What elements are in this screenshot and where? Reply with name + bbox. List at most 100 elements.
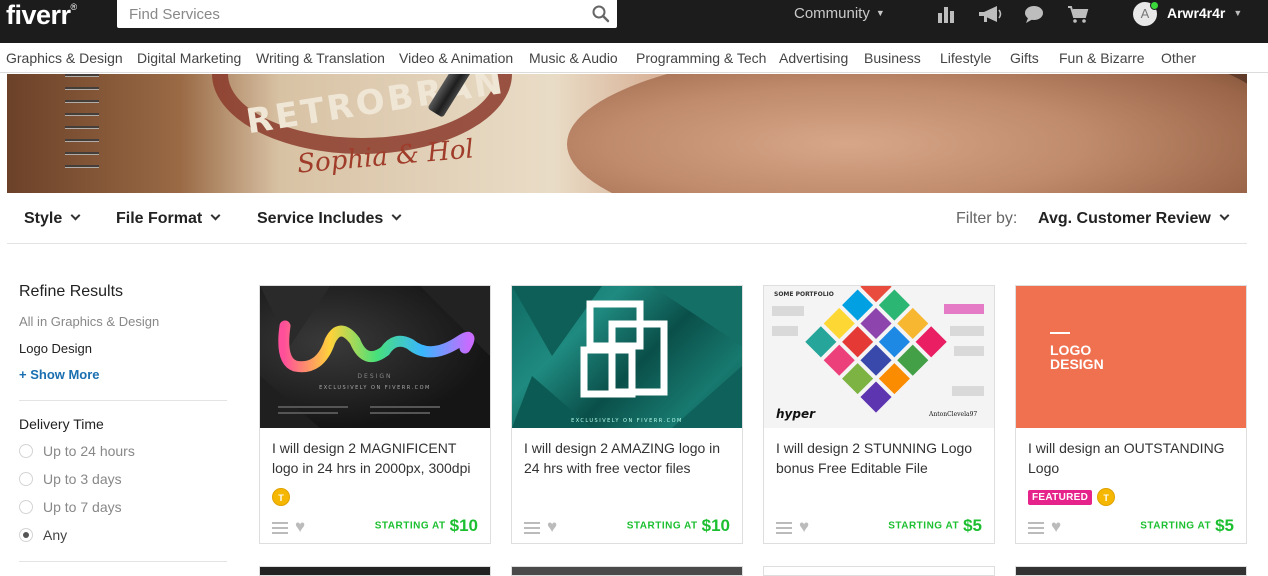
top-rated-badge-icon: T <box>1097 488 1116 506</box>
filter-by-label: Filter by: <box>956 210 1018 227</box>
category-nav: Graphics & Design Digital Marketing Writ… <box>0 43 1268 73</box>
top-rated-badge-icon: T <box>272 488 290 506</box>
category-fun-bizarre[interactable]: Fun & Bizarre <box>1059 50 1145 66</box>
collection-menu-icon[interactable] <box>776 522 792 534</box>
category-digital-marketing[interactable]: Digital Marketing <box>137 50 241 66</box>
community-menu[interactable]: Community ▼ <box>794 5 885 22</box>
gig-card-next-row[interactable] <box>259 566 491 576</box>
gig-thumbnail-art: EXCLUSIVELY ON FIVERR.COM <box>512 286 742 428</box>
gig-card[interactable]: DESIGN EXCLUSIVELY ON FIVERR.COM I will … <box>259 285 491 544</box>
delivery-option-3d[interactable]: Up to 3 days <box>19 471 122 487</box>
category-banner: RETROBRAN Sophia & Hol <box>7 74 1247 193</box>
gig-card-next-row[interactable] <box>511 566 743 576</box>
all-in-category-link[interactable]: All in Graphics & Design <box>19 314 159 329</box>
banner-hand <box>567 74 1247 193</box>
heart-icon[interactable]: ♥ <box>547 517 557 537</box>
chevron-down-icon <box>1219 210 1230 221</box>
category-graphics-design[interactable]: Graphics & Design <box>6 50 123 66</box>
radio-button-selected[interactable] <box>19 528 33 542</box>
style-filter-dropdown[interactable]: Style <box>24 210 81 228</box>
search-icon[interactable] <box>591 4 611 24</box>
gig-card[interactable]: LOGO DESIGN I will design an OUTSTANDING… <box>1015 285 1247 544</box>
megaphone-icon[interactable] <box>977 4 1003 24</box>
collection-menu-icon[interactable] <box>1028 522 1044 534</box>
delivery-option-any[interactable]: Any <box>19 527 67 543</box>
gig-thumbnail[interactable]: DESIGN EXCLUSIVELY ON FIVERR.COM <box>260 286 490 428</box>
gig-title[interactable]: I will design 2 STUNNING Logo bonus Free… <box>776 438 988 478</box>
chevron-down-icon <box>70 210 81 221</box>
gig-card[interactable]: SOME PORTFOLIO hyper AntonClevela97 I wi… <box>763 285 995 544</box>
sort-dropdown[interactable]: Avg. Customer Review <box>1038 210 1230 228</box>
gig-thumbnail-art: SOME PORTFOLIO hyper AntonClevela97 <box>772 286 984 421</box>
radio-button[interactable] <box>19 444 33 458</box>
top-bar: fiverr® Community▼ A Arwr4r4r▼ <box>0 0 1268 43</box>
gig-card-next-row[interactable] <box>763 566 995 576</box>
divider <box>19 561 227 562</box>
gig-actions: ♥ <box>272 517 305 538</box>
delivery-time-heading: Delivery Time <box>19 416 104 432</box>
gig-thumbnail-art: DESIGN EXCLUSIVELY ON FIVERR.COM <box>260 286 490 428</box>
show-more-link[interactable]: + Show More <box>19 367 100 382</box>
fiverr-logo[interactable]: fiverr® <box>6 0 77 31</box>
gig-actions: ♥ <box>1028 517 1061 538</box>
divider <box>19 400 227 401</box>
radio-button[interactable] <box>19 472 33 486</box>
gig-thumbnail[interactable]: SOME PORTFOLIO hyper AntonClevela97 <box>764 286 994 428</box>
category-music-audio[interactable]: Music & Audio <box>529 50 618 66</box>
category-programming-tech[interactable]: Programming & Tech <box>636 50 766 66</box>
gig-thumbnail[interactable]: LOGO DESIGN <box>1016 286 1246 428</box>
search-box <box>117 0 617 28</box>
chevron-down-icon <box>210 210 221 221</box>
heart-icon[interactable]: ♥ <box>295 517 305 537</box>
gig-actions: ♥ <box>524 517 557 538</box>
search-input[interactable] <box>117 0 577 28</box>
gig-title[interactable]: I will design 2 MAGNIFICENT logo in 24 h… <box>272 438 484 478</box>
svg-text:AntonClevela97: AntonClevela97 <box>928 411 977 418</box>
service-includes-filter-dropdown[interactable]: Service Includes <box>257 210 402 228</box>
gig-badges: T <box>272 488 290 506</box>
notebook-spiral <box>65 74 99 178</box>
gig-price: STARTING AT $10 <box>374 516 478 535</box>
svg-text:EXCLUSIVELY ON FIVERR.COM: EXCLUSIVELY ON FIVERR.COM <box>571 418 683 424</box>
analytics-icon[interactable] <box>936 4 958 24</box>
category-business[interactable]: Business <box>864 50 921 66</box>
avatar[interactable]: A <box>1133 1 1159 26</box>
svg-text:SOME PORTFOLIO: SOME PORTFOLIO <box>774 291 834 298</box>
gig-title[interactable]: I will design an OUTSTANDING Logo <box>1028 438 1240 478</box>
category-other[interactable]: Other <box>1161 50 1196 66</box>
svg-text:EXCLUSIVELY ON FIVERR.COM: EXCLUSIVELY ON FIVERR.COM <box>319 385 431 391</box>
current-subcategory[interactable]: Logo Design <box>19 341 92 356</box>
gig-price: STARTING AT $10 <box>626 516 730 535</box>
delivery-option-7d[interactable]: Up to 7 days <box>19 499 122 515</box>
category-lifestyle[interactable]: Lifestyle <box>940 50 991 66</box>
radio-button[interactable] <box>19 500 33 514</box>
collection-menu-icon[interactable] <box>524 522 540 534</box>
file-format-filter-dropdown[interactable]: File Format <box>116 210 221 228</box>
filter-bar: Style File Format Service Includes Filte… <box>7 193 1247 244</box>
category-advertising[interactable]: Advertising <box>779 50 848 66</box>
gig-card[interactable]: EXCLUSIVELY ON FIVERR.COM I will design … <box>511 285 743 544</box>
cart-icon[interactable] <box>1067 4 1089 24</box>
category-video-animation[interactable]: Video & Animation <box>399 50 513 66</box>
gig-price: STARTING AT $5 <box>888 516 982 535</box>
chevron-down-icon <box>391 210 402 221</box>
gig-actions: ♥ <box>776 517 809 538</box>
heart-icon[interactable]: ♥ <box>1051 517 1061 537</box>
svg-text:DESIGN: DESIGN <box>357 373 392 380</box>
gig-badges: FEATURED T <box>1028 488 1116 506</box>
category-gifts[interactable]: Gifts <box>1010 50 1039 66</box>
refine-results-heading: Refine Results <box>19 283 124 300</box>
category-writing-translation[interactable]: Writing & Translation <box>256 50 385 66</box>
gig-thumbnail-art: LOGO DESIGN <box>1050 332 1104 372</box>
collection-menu-icon[interactable] <box>272 522 288 534</box>
user-menu[interactable]: Arwr4r4r ▼ <box>1167 5 1242 21</box>
gig-card-next-row[interactable] <box>1015 566 1247 576</box>
svg-text:hyper: hyper <box>776 407 816 421</box>
gig-thumbnail[interactable]: EXCLUSIVELY ON FIVERR.COM <box>512 286 742 428</box>
gig-price: STARTING AT $5 <box>1140 516 1234 535</box>
heart-icon[interactable]: ♥ <box>799 517 809 537</box>
gig-title[interactable]: I will design 2 AMAZING logo in 24 hrs w… <box>524 438 736 478</box>
svg-text:DESIGN: DESIGN <box>1050 356 1104 372</box>
delivery-option-24h[interactable]: Up to 24 hours <box>19 443 135 459</box>
messages-icon[interactable] <box>1023 4 1045 24</box>
